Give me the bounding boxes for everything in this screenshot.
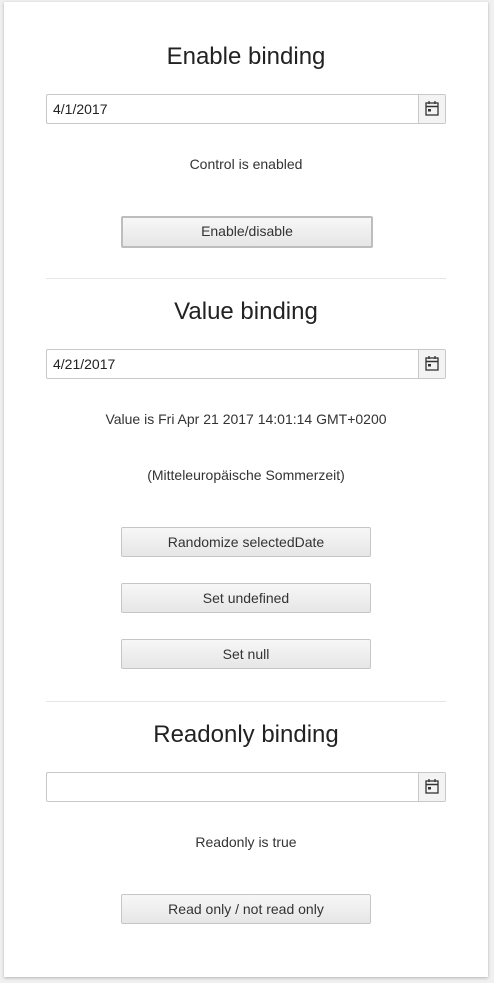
divider (46, 278, 446, 279)
enable-date-value: 4/1/2017 (53, 101, 108, 117)
value-date-input[interactable]: 4/21/2017 (46, 349, 446, 379)
divider (46, 701, 446, 702)
enable-status-text: Control is enabled (189, 156, 303, 172)
readonly-date-input[interactable] (46, 772, 446, 802)
enable-disable-button[interactable]: Enable/disable (121, 216, 373, 248)
enable-date-input[interactable]: 4/1/2017 (46, 94, 446, 124)
value-timezone-text: (Mitteleuropäische Sommerzeit) (147, 467, 345, 483)
readonly-toggle-button[interactable]: Read only / not read only (121, 894, 371, 924)
randomize-date-button[interactable]: Randomize selectedDate (121, 527, 371, 557)
enable-binding-title: Enable binding (166, 43, 326, 70)
calendar-icon[interactable] (418, 95, 445, 123)
value-status-text: Value is Fri Apr 21 2017 14:01:14 GMT+02… (105, 411, 387, 427)
set-null-button[interactable]: Set null (121, 639, 371, 669)
value-date-value: 4/21/2017 (53, 356, 116, 372)
main-card: Enable binding 4/1/2017 Control is enabl… (4, 2, 488, 977)
value-binding-title: Value binding (174, 298, 318, 325)
readonly-binding-title: Readonly binding (153, 721, 339, 748)
readonly-status-text: Readonly is true (195, 834, 297, 850)
calendar-icon[interactable] (418, 773, 445, 801)
set-undefined-button[interactable]: Set undefined (121, 583, 371, 613)
calendar-icon[interactable] (418, 350, 445, 378)
enable-section: Enable binding (46, 40, 446, 74)
